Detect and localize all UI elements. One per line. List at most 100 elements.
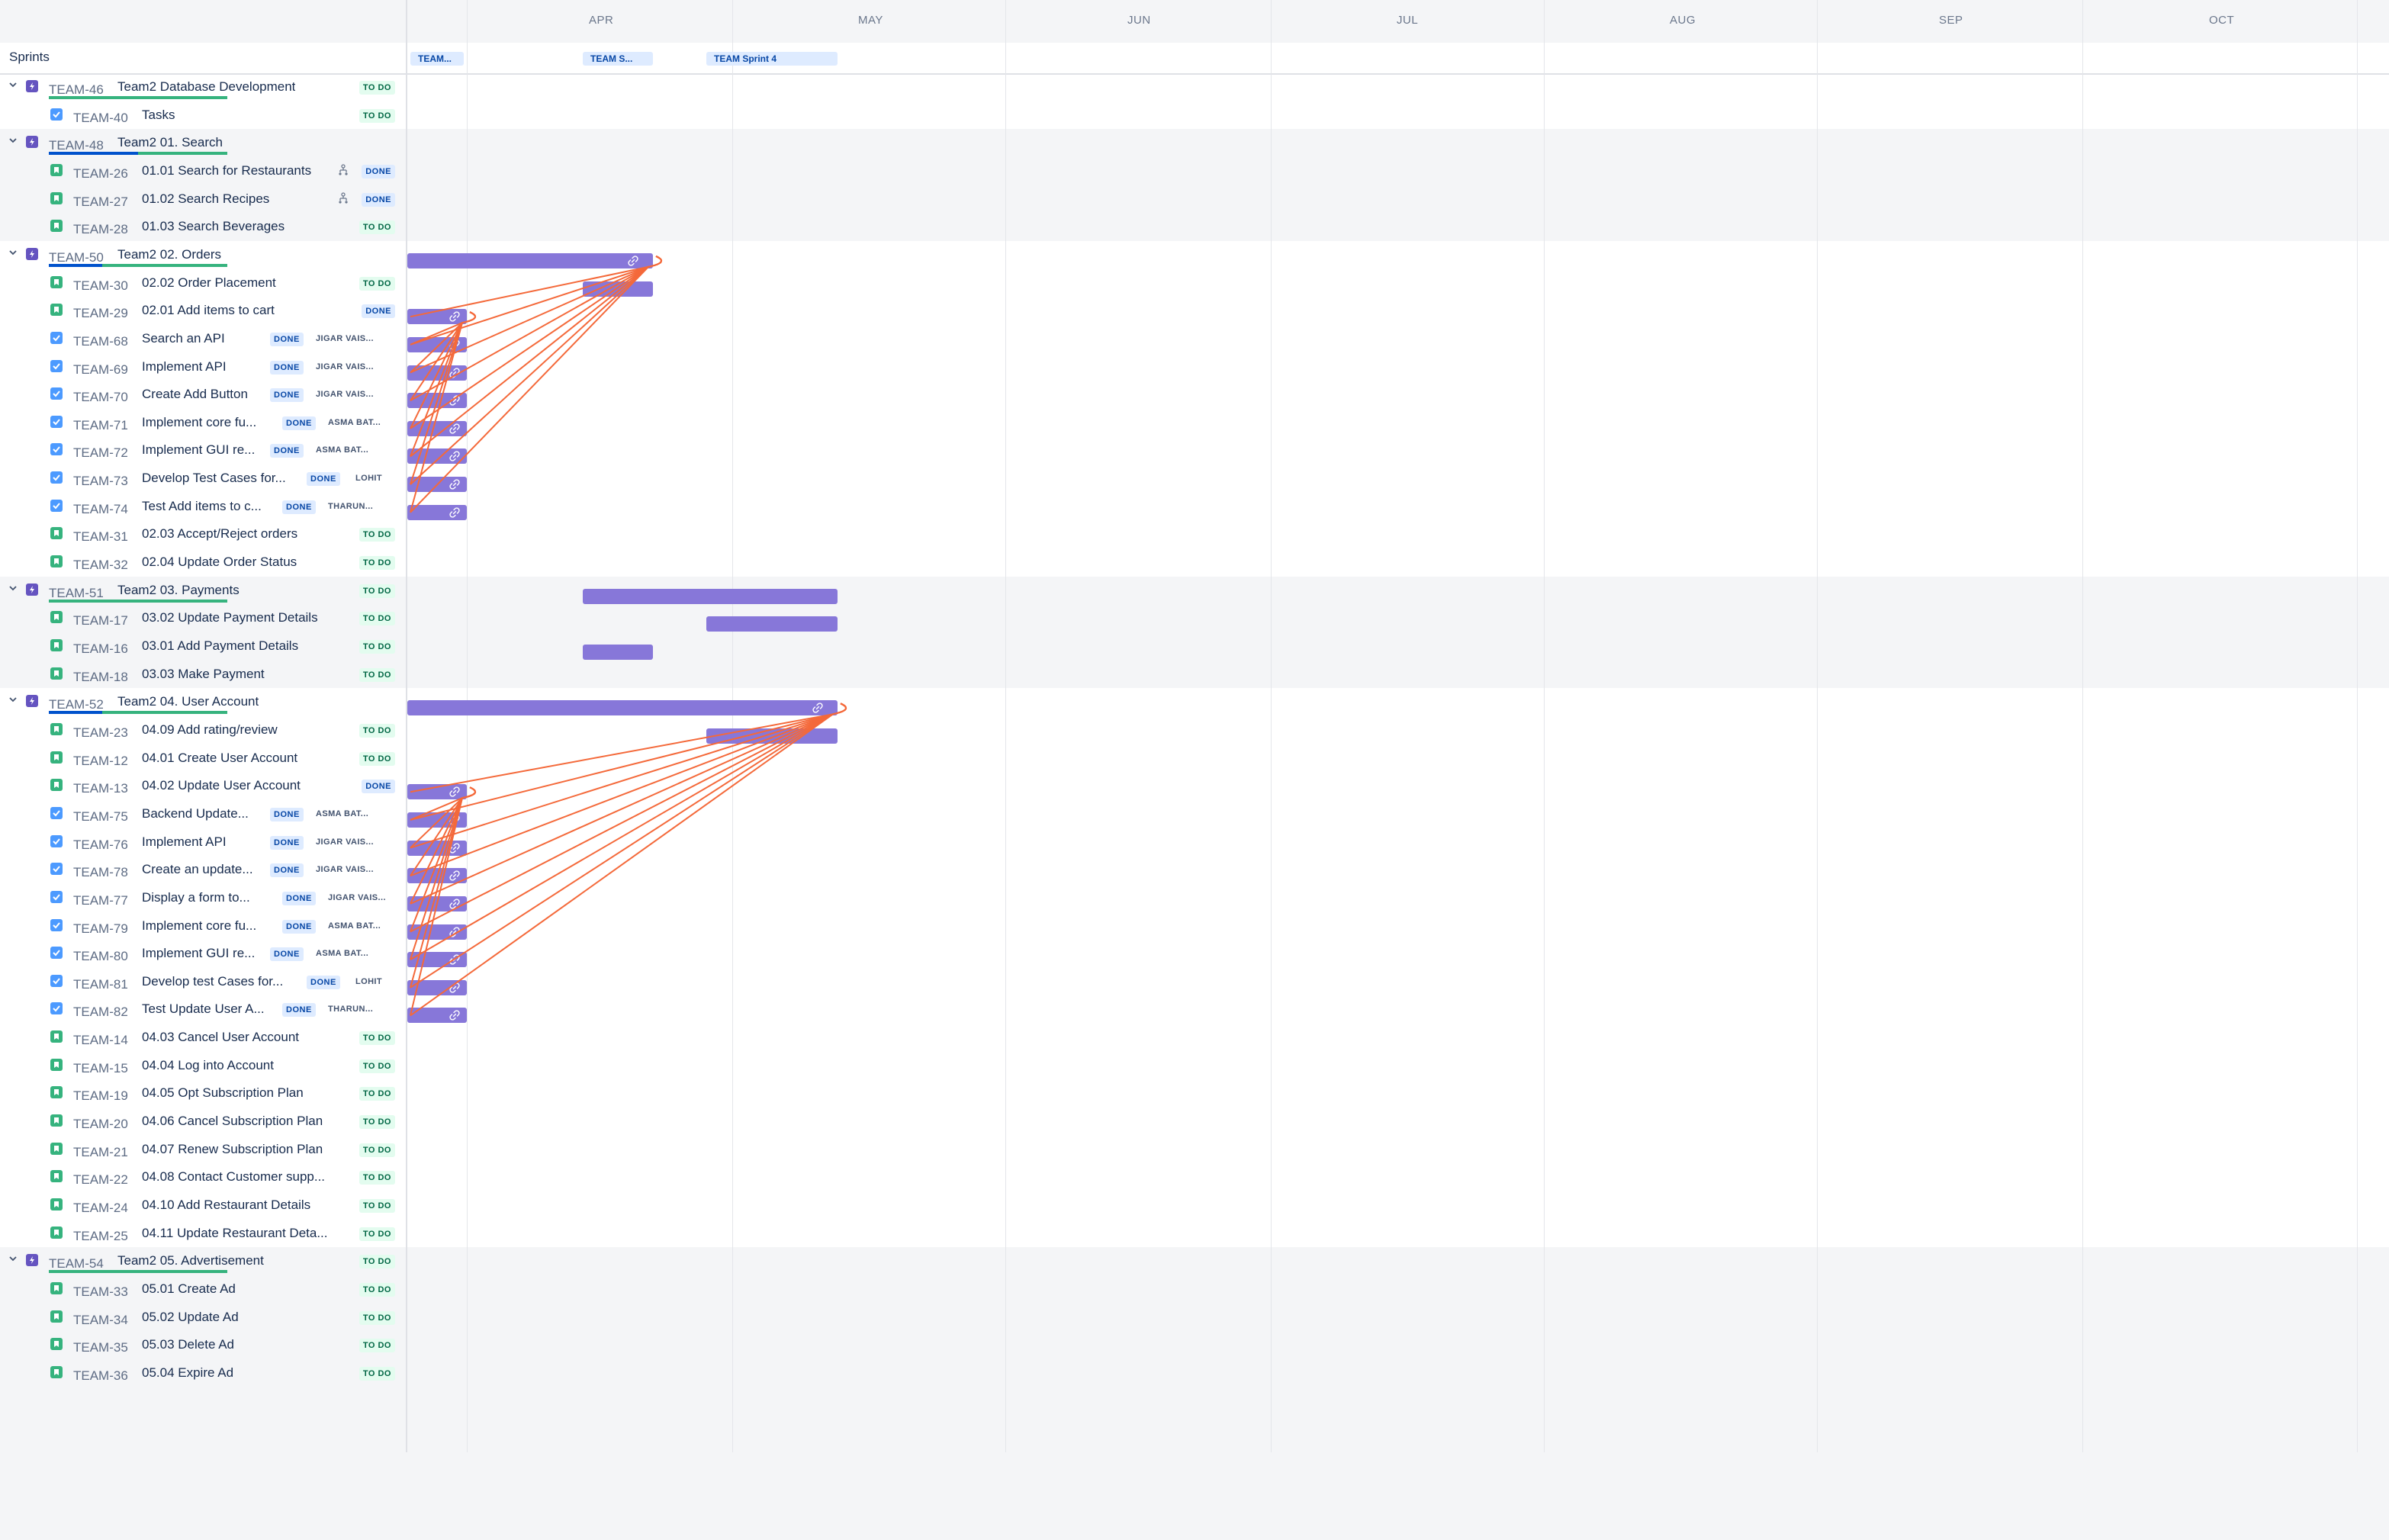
issue-row[interactable]: TEAM-21 04.07 Renew Subscription Plan TO D… [0, 1136, 406, 1163]
issue-key[interactable]: TEAM-13 [73, 781, 128, 796]
status-badge[interactable]: DONE [307, 472, 340, 487]
issue-row[interactable]: TEAM-20 04.06 Cancel Subscription Plan TO … [0, 1108, 406, 1135]
link-icon[interactable] [449, 982, 461, 994]
assignee-name[interactable]: JIGAR VAIS... [316, 390, 374, 399]
pane-divider[interactable] [406, 0, 407, 1452]
issue-key[interactable]: TEAM-78 [73, 865, 128, 880]
issue-summary[interactable]: 05.02 Update Ad [142, 1310, 239, 1325]
status-badge[interactable]: TO DO [359, 1282, 395, 1297]
assignee-name[interactable]: ASMA BAT... [328, 921, 381, 931]
chevron-down-icon[interactable] [8, 583, 18, 593]
issue-row[interactable]: TEAM-36 05.04 Expire Ad TO DO [0, 1359, 406, 1387]
issue-row[interactable]: TEAM-81 Develop test Cases for... DONE LOHI… [0, 968, 406, 995]
issue-summary[interactable]: 04.09 Add rating/review [142, 722, 278, 738]
status-badge[interactable]: TO DO [359, 1059, 395, 1073]
timeline-bar[interactable] [407, 393, 467, 409]
status-badge[interactable]: TO DO [359, 1087, 395, 1101]
status-badge[interactable]: TO DO [359, 1366, 395, 1381]
link-icon[interactable] [449, 310, 461, 323]
timeline-bar[interactable] [407, 924, 467, 940]
issue-summary[interactable]: Team2 05. Advertisement [117, 1253, 264, 1268]
timeline-bar[interactable] [407, 868, 467, 884]
child-issues-icon[interactable] [337, 191, 349, 204]
issue-key[interactable]: TEAM-29 [73, 306, 128, 321]
issue-row[interactable]: TEAM-29 02.01 Add items to cart DONE [0, 297, 406, 324]
timeline-bar[interactable] [407, 448, 467, 465]
issue-key[interactable]: TEAM-30 [73, 278, 128, 294]
issue-summary[interactable]: 04.11 Update Restaurant Deta... [142, 1226, 328, 1241]
timeline-bar[interactable] [407, 309, 467, 325]
issue-key[interactable]: TEAM-73 [73, 474, 128, 489]
assignee-name[interactable]: LOHIT [355, 474, 382, 483]
issue-row[interactable]: TEAM-14 04.03 Cancel User Account TO DO [0, 1024, 406, 1051]
epic-row[interactable]: TEAM-54 Team2 05. Advertisement TO DO [0, 1247, 406, 1275]
status-badge[interactable]: DONE [282, 891, 316, 905]
issue-key[interactable]: TEAM-36 [73, 1368, 128, 1384]
assignee-name[interactable]: JIGAR VAIS... [316, 362, 374, 371]
status-badge[interactable]: TO DO [359, 81, 395, 95]
timeline-bar[interactable] [407, 365, 467, 381]
issue-row[interactable]: TEAM-78 Create an update... DONE JIGAR VAIS… [0, 856, 406, 883]
status-badge[interactable]: TO DO [359, 1227, 395, 1241]
issue-key[interactable]: TEAM-31 [73, 529, 128, 545]
assignee-name[interactable]: THARUN... [328, 502, 373, 511]
issue-key[interactable]: TEAM-79 [73, 921, 128, 937]
issue-key[interactable]: TEAM-74 [73, 502, 128, 517]
assignee-name[interactable]: JIGAR VAIS... [316, 838, 374, 847]
issue-summary[interactable]: 04.05 Opt Subscription Plan [142, 1085, 304, 1101]
issue-row[interactable]: TEAM-74 Test Add items to c... DONE THARUN.… [0, 493, 406, 520]
issue-summary[interactable]: Search an API [142, 331, 225, 346]
link-icon[interactable] [449, 506, 461, 519]
assignee-name[interactable]: ASMA BAT... [316, 445, 368, 455]
issue-row[interactable]: TEAM-32 02.04 Update Order Status TO DO [0, 548, 406, 576]
chevron-down-icon[interactable] [8, 135, 18, 146]
issue-key[interactable]: TEAM-27 [73, 195, 128, 210]
issue-summary[interactable]: 02.04 Update Order Status [142, 555, 297, 570]
issue-key[interactable]: TEAM-54 [49, 1256, 104, 1272]
timeline-bar[interactable] [706, 616, 838, 632]
issue-summary[interactable]: Team2 Database Development [117, 79, 295, 95]
issue-row[interactable]: TEAM-82 Test Update User A... DONE THARUN..… [0, 995, 406, 1023]
status-badge[interactable]: TO DO [359, 220, 395, 235]
issue-summary[interactable]: 03.01 Add Payment Details [142, 638, 298, 654]
issue-key[interactable]: TEAM-48 [49, 138, 104, 153]
issue-summary[interactable]: Tasks [142, 108, 175, 123]
link-icon[interactable] [449, 814, 461, 826]
issue-key[interactable]: TEAM-15 [73, 1061, 128, 1076]
issue-summary[interactable]: Team2 04. User Account [117, 694, 259, 709]
issue-row[interactable]: TEAM-28 01.03 Search Beverages TO DO [0, 213, 406, 240]
issue-row[interactable]: TEAM-71 Implement core fu... DONE ASMA BAT.… [0, 409, 406, 436]
issue-summary[interactable]: 03.02 Update Payment Details [142, 610, 318, 625]
timeline-bar[interactable] [407, 1008, 467, 1024]
timeline-bar[interactable] [407, 952, 467, 968]
status-badge[interactable]: TO DO [359, 1031, 395, 1046]
issue-summary[interactable]: Implement GUI re... [142, 442, 255, 458]
issue-key[interactable]: TEAM-80 [73, 949, 128, 964]
issue-key[interactable]: TEAM-35 [73, 1340, 128, 1355]
issue-key[interactable]: TEAM-71 [73, 418, 128, 433]
dependency-line[interactable] [410, 255, 663, 346]
issue-row[interactable]: TEAM-22 04.08 Contact Customer supp... TO … [0, 1163, 406, 1191]
status-badge[interactable]: TO DO [359, 556, 395, 571]
status-badge[interactable]: TO DO [359, 1339, 395, 1353]
issue-summary[interactable]: 04.06 Cancel Subscription Plan [142, 1114, 323, 1129]
issue-key[interactable]: TEAM-77 [73, 893, 128, 908]
issue-row[interactable]: TEAM-23 04.09 Add rating/review TO DO [0, 716, 406, 744]
issue-row[interactable]: TEAM-13 04.02 Update User Account DONE [0, 772, 406, 799]
assignee-name[interactable]: LOHIT [355, 977, 382, 986]
timeline-bar[interactable] [583, 588, 838, 604]
link-icon[interactable] [449, 953, 461, 966]
issue-summary[interactable]: Develop Test Cases for... [142, 471, 286, 486]
chevron-down-icon[interactable] [8, 1253, 18, 1264]
status-badge[interactable]: TO DO [359, 612, 395, 626]
assignee-name[interactable]: JIGAR VAIS... [316, 865, 374, 874]
status-badge[interactable]: DONE [270, 332, 304, 346]
issue-key[interactable]: TEAM-82 [73, 1005, 128, 1020]
dependency-line[interactable] [410, 702, 847, 849]
status-badge[interactable]: DONE [282, 919, 316, 934]
issue-key[interactable]: TEAM-17 [73, 613, 128, 629]
link-icon[interactable] [449, 394, 461, 407]
link-icon[interactable] [627, 255, 639, 267]
issue-row[interactable]: TEAM-12 04.01 Create User Account TO DO [0, 744, 406, 772]
timeline-bar[interactable] [407, 252, 653, 268]
